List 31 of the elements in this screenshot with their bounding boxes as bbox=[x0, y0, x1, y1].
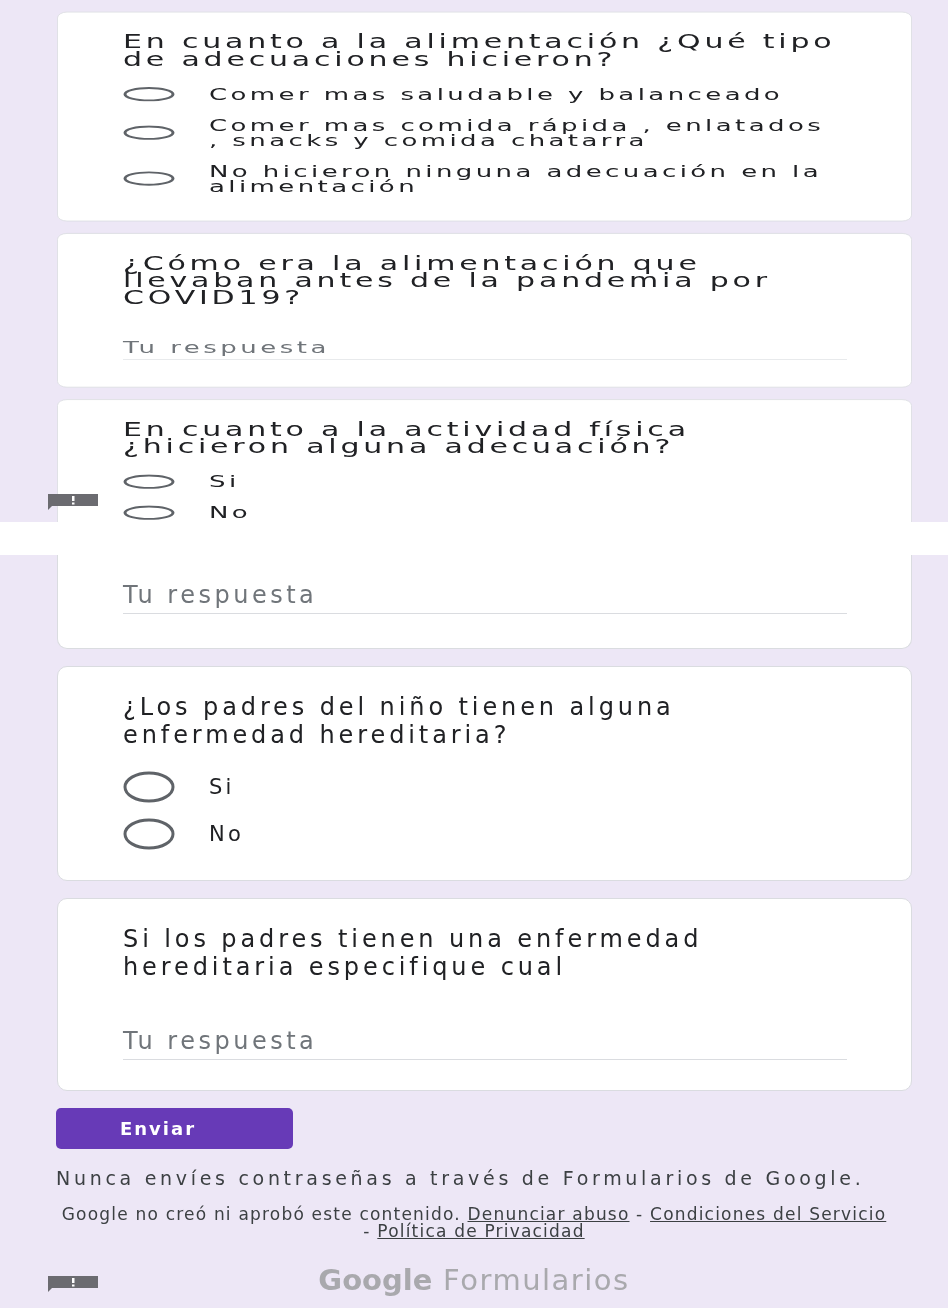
footer-text: Google no creó ni aprobó este contenido. Denunciar abuso - Condiciones del Servicio - Política de Privacidad bbox=[60, 1206, 888, 1240]
option-label: No bbox=[209, 505, 252, 521]
question-title: ¿Los padres del niño tienen alguna enfermedad hereditaria? bbox=[123, 693, 676, 749]
google-forms-logo: Google Formularios bbox=[318, 1263, 630, 1297]
option-label: Si bbox=[209, 774, 235, 801]
password-notice: Nunca envíes contraseñas a través de Formularios de Google. bbox=[56, 1168, 866, 1189]
answer-field[interactable]: Tu respuesta bbox=[123, 581, 847, 614]
footer-link[interactable]: Política de Privacidad bbox=[377, 1221, 585, 1241]
footer-link[interactable]: Condiciones del Servicio bbox=[650, 1204, 887, 1224]
question-title: En cuanto a la actividad física ¿hicieron alguna adecuación? bbox=[123, 421, 691, 456]
question-title: En cuanto a la alimentación ¿Qué tipo de adecuaciones hicieron? bbox=[123, 33, 837, 69]
footer-link[interactable]: Denunciar abuso bbox=[467, 1204, 630, 1224]
option-label: Si bbox=[209, 474, 240, 490]
submit-button[interactable]: Enviar bbox=[56, 1108, 293, 1149]
radio-button[interactable] bbox=[123, 818, 175, 850]
radio-button[interactable] bbox=[123, 171, 175, 186]
option-label: Comer mas saludable y balanceado bbox=[209, 86, 784, 102]
option-label: Comer mas comida rápida , enlatados , snacks y comida chatarra bbox=[209, 117, 826, 148]
answer-field[interactable]: Tu respuesta bbox=[123, 337, 847, 360]
radio-button[interactable] bbox=[123, 474, 175, 490]
question-title: ¿Cómo era la alimentación que llevaban antes de la pandemia por COVID19? bbox=[123, 254, 772, 307]
question-title: Si los padres tienen una enfermedad hereditaria especifique cual bbox=[123, 925, 704, 981]
radio-button[interactable] bbox=[123, 505, 175, 521]
option-label: No hicieron ninguna adecuación en la alimentación bbox=[209, 163, 824, 194]
feedback-icon[interactable] bbox=[46, 493, 100, 511]
feedback-icon[interactable] bbox=[46, 1275, 100, 1293]
radio-button[interactable] bbox=[123, 86, 175, 102]
option-label: No bbox=[209, 821, 244, 848]
radio-button[interactable] bbox=[123, 125, 175, 141]
radio-button[interactable] bbox=[123, 771, 175, 803]
answer-field[interactable]: Tu respuesta bbox=[123, 1027, 847, 1060]
